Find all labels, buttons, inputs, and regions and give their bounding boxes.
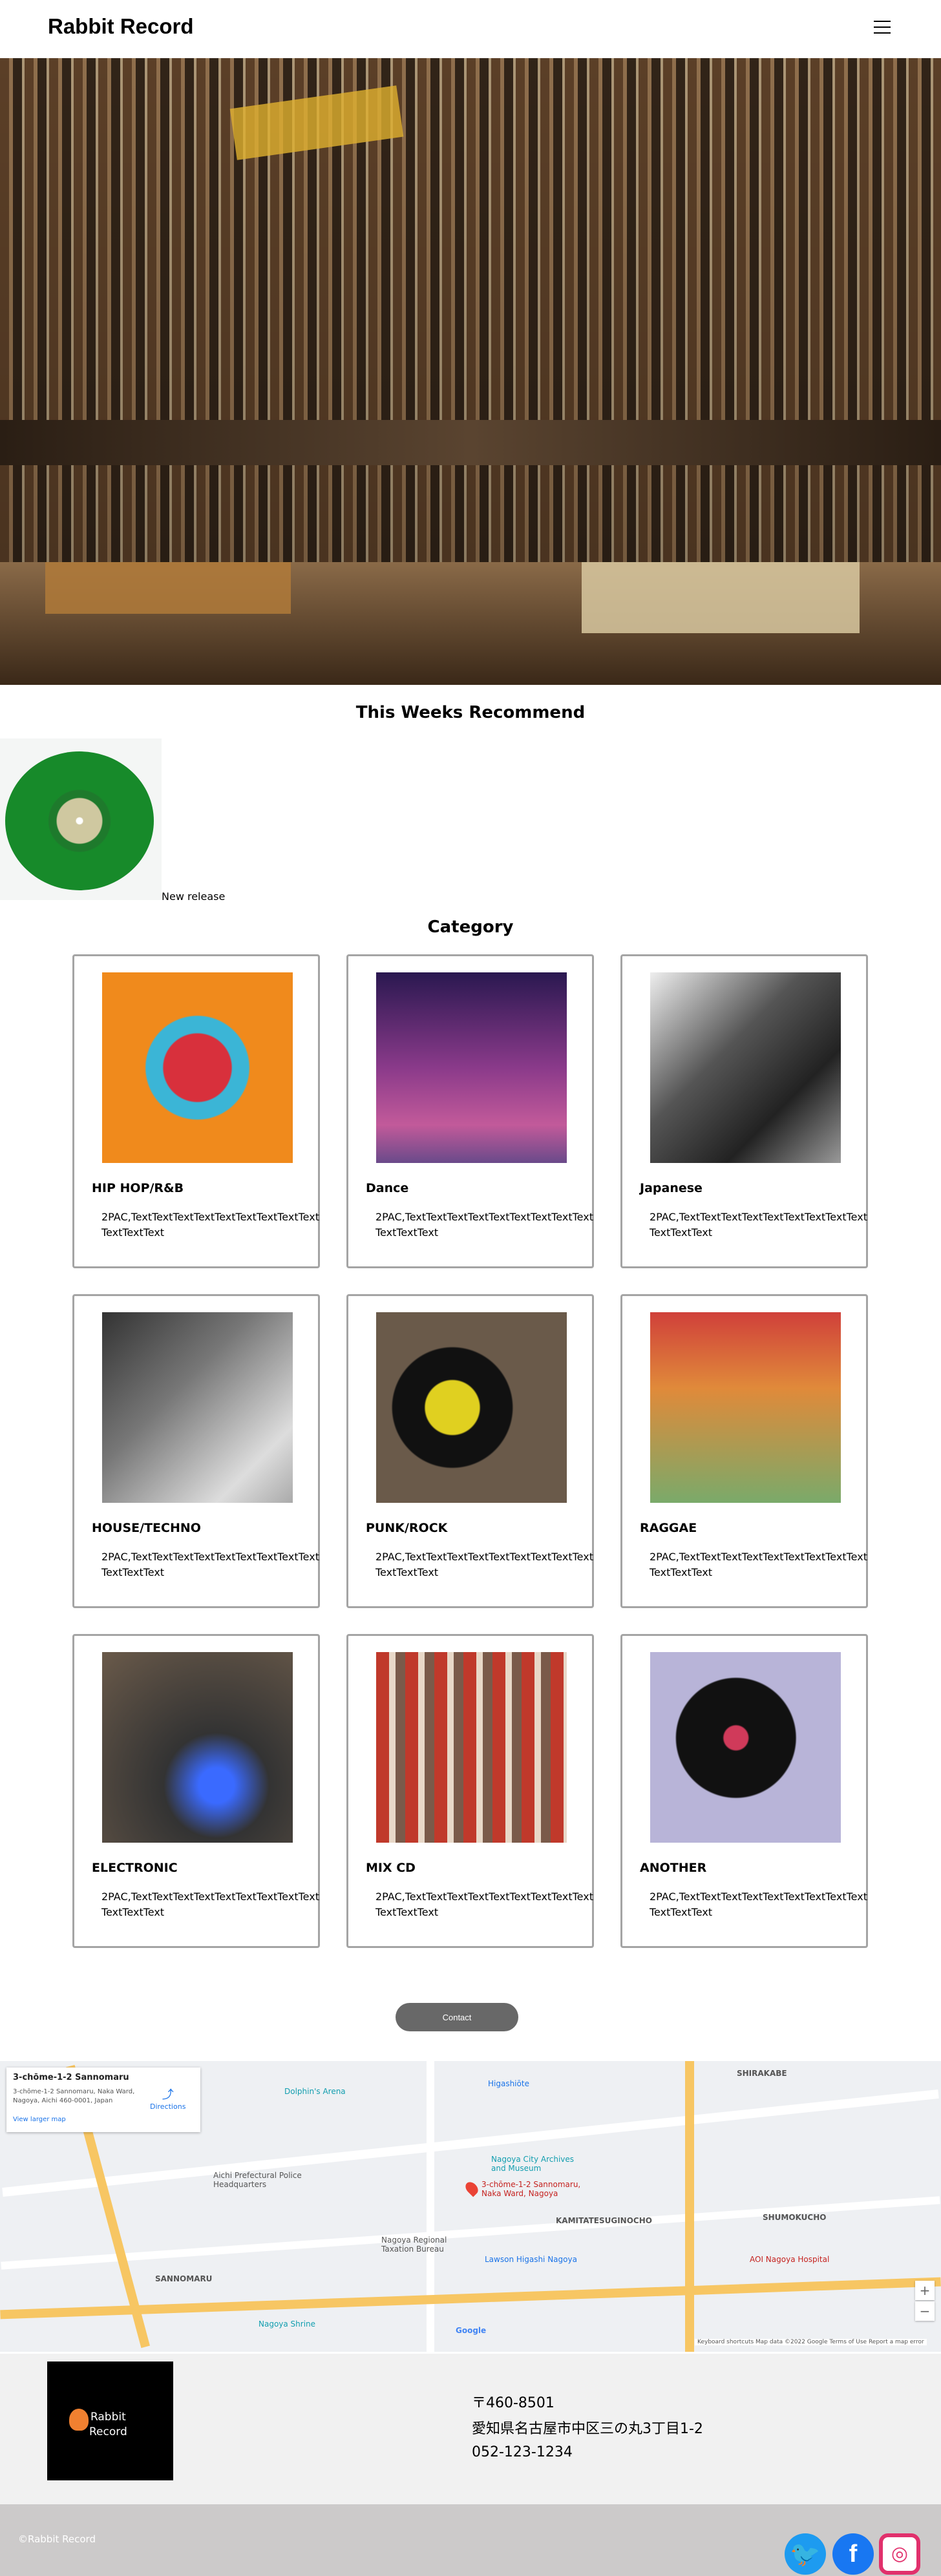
category-description: 2PAC,TextTextTextTextTextTextTextTextTex…	[375, 1890, 593, 1918]
recommend-title: This Weeks Recommend	[355, 703, 586, 722]
map-pin-label: 3-chōme-1-2 Sannomaru, Naka Ward, Nagoya	[481, 2180, 581, 2198]
category-description: 2PAC,TextTextTextTextTextTextTextTextTex…	[101, 1211, 319, 1239]
category-title: Dance	[366, 1181, 409, 1195]
category-card[interactable]: HOUSE/TECHNO 2PAC,TextTextTextTextTextTe…	[72, 1294, 320, 1608]
category-image	[102, 972, 293, 1163]
map-label: SHIRAKABE	[737, 2069, 787, 2078]
google-logo: Google	[456, 2326, 487, 2335]
category-card[interactable]: ELECTRONIC 2PAC,TextTextTextTextTextText…	[72, 1634, 320, 1948]
category-title: HOUSE/TECHNO	[92, 1521, 201, 1535]
zoom-out-button[interactable]: −	[915, 2301, 935, 2321]
site-logo[interactable]: Rabbit Record	[48, 14, 194, 39]
map-label: SHUMOKUCHO	[763, 2213, 827, 2222]
category-card[interactable]: RAGGAE 2PAC,TextTextTextTextTextTextText…	[620, 1294, 868, 1608]
rabbit-icon	[69, 2409, 89, 2431]
copyright: ©Rabbit Record	[18, 2533, 96, 2545]
map-label: Higashiōte	[488, 2079, 529, 2088]
category-card[interactable]: MIX CD 2PAC,TextTextTextTextTextTextText…	[346, 1634, 594, 1948]
category-description: 2PAC,TextTextTextTextTextTextTextTextTex…	[650, 1890, 867, 1918]
category-image	[102, 1652, 293, 1843]
recommend-record-image[interactable]	[0, 738, 162, 900]
category-description: 2PAC,TextTextTextTextTextTextTextTextTex…	[101, 1890, 319, 1918]
category-image	[650, 1652, 841, 1843]
map-label: Lawson Higashi Nagoya	[485, 2255, 577, 2264]
category-title: ELECTRONIC	[92, 1861, 178, 1875]
map-label: AOI Nagoya Hospital	[750, 2255, 830, 2264]
category-image	[376, 1652, 567, 1843]
category-description: 2PAC,TextTextTextTextTextTextTextTextTex…	[650, 1551, 867, 1578]
bottom-bar: ©Rabbit Record 🐦 f ◎	[0, 2504, 941, 2576]
instagram-icon[interactable]: ◎	[879, 2533, 920, 2575]
map-pin-icon	[463, 2179, 481, 2197]
category-title: RAGGAE	[640, 1521, 697, 1535]
category-title: Japanese	[640, 1181, 703, 1195]
category-card[interactable]: Dance 2PAC,TextTextTextTextTextTextTextT…	[346, 954, 594, 1268]
category-description: 2PAC,TextTextTextTextTextTextTextTextTex…	[375, 1551, 593, 1578]
footer-logo: Rabbit Record	[47, 2361, 173, 2480]
map-label: Aichi Prefectural Police Headquarters	[213, 2171, 302, 2189]
map-label: Dolphin's Arena	[284, 2087, 346, 2096]
address: 愛知県名古屋市中区三の丸3丁目1-2	[472, 2421, 703, 2437]
category-description: 2PAC,TextTextTextTextTextTextTextTextTex…	[650, 1211, 867, 1239]
map-label: Nagoya Regional Taxation Bureau	[381, 2236, 447, 2254]
google-map[interactable]: SHIRAKABE Higashiōte Dolphin's Arena Nag…	[0, 2061, 941, 2352]
map-label: KAMITATESUGINOCHO	[556, 2216, 652, 2225]
category-image	[650, 972, 841, 1163]
category-card[interactable]: HIP HOP/R&B 2PAC,TextTextTextTextTextTex…	[72, 954, 320, 1268]
category-card[interactable]: Japanese 2PAC,TextTextTextTextTextTextTe…	[620, 954, 868, 1268]
category-card[interactable]: PUNK/ROCK 2PAC,TextTextTextTextTextTextT…	[346, 1294, 594, 1608]
category-image	[376, 972, 567, 1163]
postal-code: 〒460-8501	[472, 2395, 555, 2411]
footer: Rabbit Record 〒460-8501 愛知県名古屋市中区三の丸3丁目1-…	[0, 2354, 941, 2504]
place-title: 3-chōme-1-2 Sannomaru	[13, 2073, 129, 2082]
directions-icon: ⤴	[162, 2088, 174, 2102]
category-card[interactable]: ANOTHER 2PAC,TextTextTextTextTextTextTex…	[620, 1634, 868, 1948]
category-image	[650, 1312, 841, 1503]
category-title: ANOTHER	[640, 1861, 707, 1875]
map-place-card: 3-chōme-1-2 Sannomaru 3-chōme-1-2 Sannom…	[6, 2068, 200, 2132]
recommend-caption: New release	[162, 890, 226, 903]
category-title: PUNK/ROCK	[366, 1521, 448, 1535]
hero-image	[0, 58, 941, 685]
category-title: MIX CD	[366, 1861, 416, 1875]
hamburger-icon[interactable]	[874, 21, 891, 35]
category-description: 2PAC,TextTextTextTextTextTextTextTextTex…	[101, 1551, 319, 1578]
facebook-icon[interactable]: f	[832, 2533, 874, 2575]
map-attribution[interactable]: Keyboard shortcuts Map data ©2022 Google…	[695, 2339, 927, 2345]
place-address: 3-chōme-1-2 Sannomaru, Naka Ward, Nagoya…	[13, 2088, 135, 2104]
vinyl-record-icon	[5, 751, 154, 890]
category-title: Category	[427, 917, 514, 937]
phone: 052-123-1234	[472, 2444, 573, 2460]
twitter-icon[interactable]: 🐦	[785, 2533, 826, 2575]
zoom-in-button[interactable]: +	[915, 2281, 935, 2300]
category-image	[376, 1312, 567, 1503]
category-image	[102, 1312, 293, 1503]
category-title: HIP HOP/R&B	[92, 1181, 184, 1195]
directions-label: Directions	[150, 2102, 186, 2111]
map-label: SANNOMARU	[155, 2274, 213, 2283]
site-header: Rabbit Record	[0, 0, 941, 58]
directions-button[interactable]: ⤴ Directions	[150, 2086, 185, 2111]
view-larger-map-link[interactable]: View larger map	[13, 2116, 194, 2123]
category-description: 2PAC,TextTextTextTextTextTextTextTextTex…	[375, 1211, 593, 1239]
map-label: Nagoya City Archives and Museum	[491, 2155, 575, 2173]
map-label: Nagoya Shrine	[259, 2319, 316, 2329]
contact-button[interactable]: Contact	[396, 2003, 518, 2031]
